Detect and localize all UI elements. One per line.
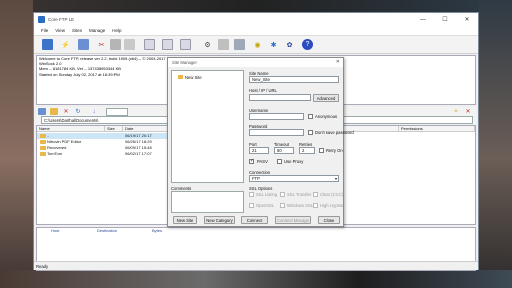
copy-icon[interactable] <box>110 39 121 50</box>
new-category-button[interactable]: New Category <box>204 216 235 224</box>
menu-view[interactable]: View <box>55 28 65 33</box>
pasv-label: PASV <box>257 159 268 164</box>
disconnect-icon[interactable] <box>78 39 89 50</box>
column-header-size[interactable]: Size <box>105 126 123 132</box>
filter-icon[interactable]: ✿ <box>284 39 295 50</box>
log-icon[interactable] <box>234 39 245 50</box>
dialog-title: Site Manager <box>168 58 343 67</box>
site-manager-dialog: Site Manager ✕ New Site Comments Site Na… <box>167 57 354 227</box>
upload-icon[interactable]: ↓ <box>90 108 98 115</box>
use-proxy-label: Use Proxy <box>284 159 304 164</box>
folder-icon <box>40 134 46 138</box>
ssl-options-label: SSL Options <box>249 186 273 191</box>
port-input[interactable]: 21 <box>249 147 269 154</box>
local-filter-input[interactable] <box>106 108 128 116</box>
password-input[interactable] <box>249 129 304 136</box>
folder-icon <box>178 75 183 79</box>
tree-item-new-site[interactable]: New Site <box>178 75 202 80</box>
settings-icon[interactable]: ⚙ <box>202 39 213 50</box>
help-icon[interactable]: ? <box>302 39 313 50</box>
new-site-button[interactable]: New Site <box>173 216 197 224</box>
folder-icon <box>40 146 46 150</box>
ssl-listing-checkbox[interactable] <box>249 192 254 197</box>
clear-ccc-label: Clear (CCC) <box>320 192 344 197</box>
ssl-transfer-checkbox[interactable] <box>280 192 285 197</box>
pasv-checkbox[interactable] <box>249 158 254 164</box>
openssl-radio[interactable] <box>249 203 254 208</box>
openssl-label: OpenSSL <box>256 203 275 208</box>
site-tree: New Site <box>171 70 244 183</box>
app-icon <box>38 16 45 23</box>
site-manager-icon[interactable] <box>42 39 53 50</box>
menu-file[interactable]: File <box>41 28 48 33</box>
ssl-transfer-label: SSL Transfer <box>287 192 312 197</box>
view-list-icon[interactable] <box>162 39 173 50</box>
connect-icon[interactable]: ⚡ <box>60 39 71 50</box>
menu-help[interactable]: Help <box>112 28 121 33</box>
queue-header-destination[interactable]: Destination <box>97 228 117 234</box>
comments-input[interactable] <box>171 191 244 213</box>
local-view-icon[interactable] <box>38 108 46 115</box>
close-button[interactable]: ✕ <box>456 13 478 26</box>
username-input[interactable] <box>249 113 304 120</box>
remote-delete-icon[interactable]: ✕ <box>464 108 472 115</box>
connection-select[interactable]: FTP ▾ <box>249 175 339 182</box>
dont-save-password-label: Don't save password <box>315 130 354 135</box>
windows-ssl-label: Windows SSL <box>287 203 314 208</box>
queue-icon[interactable] <box>218 39 229 50</box>
desktop-background <box>0 0 512 12</box>
refresh-local-icon[interactable]: ↻ <box>74 108 82 115</box>
use-proxy-checkbox[interactable] <box>277 159 282 164</box>
window-title: Core FTP LE <box>48 17 75 22</box>
host-input[interactable] <box>249 94 311 101</box>
timeout-input[interactable]: 60 <box>274 147 294 154</box>
connect-manage-button[interactable]: Connect Manage <box>275 216 311 224</box>
refresh-icon[interactable]: ✱ <box>268 39 279 50</box>
view-icon[interactable] <box>144 39 155 50</box>
cut-icon[interactable]: ✂ <box>96 39 107 50</box>
remote-tool-icon[interactable]: ✧ <box>452 108 460 115</box>
queue-header-bytes[interactable]: Bytes <box>152 228 162 234</box>
status-text: Ready <box>36 264 49 269</box>
desktop-background <box>0 270 512 288</box>
toolbar: ⚡ ✂ ⚙ ◉ ✱ ✿ ? <box>34 36 478 54</box>
dialog-close-button[interactable]: ✕ <box>336 58 340 67</box>
title-bar: Core FTP LE — ☐ ✕ <box>34 13 478 26</box>
retry-on-checkbox[interactable] <box>319 148 324 153</box>
folder-icon <box>40 152 46 156</box>
anonymous-checkbox[interactable] <box>308 114 313 119</box>
advanced-button[interactable]: Advanced <box>313 94 339 102</box>
connect-button[interactable]: Connect <box>241 216 268 224</box>
desktop-background <box>479 0 512 288</box>
chevron-down-icon: ▾ <box>334 176 337 181</box>
queue-header-host[interactable]: Host <box>51 228 59 234</box>
host-label: Host / IP / URL <box>249 88 277 93</box>
new-folder-icon[interactable] <box>50 108 58 115</box>
folder-icon <box>40 140 46 144</box>
high-cryptos-checkbox[interactable] <box>313 203 318 208</box>
paste-icon[interactable] <box>124 39 135 50</box>
menu-bar: File View Sites Manage Help <box>34 26 478 36</box>
eye-icon[interactable]: ◉ <box>252 39 263 50</box>
retry-on-label: Retry On <box>326 148 343 153</box>
menu-sites[interactable]: Sites <box>72 28 82 33</box>
desktop-background <box>0 0 33 288</box>
minimize-button[interactable]: — <box>412 13 434 26</box>
delete-icon[interactable]: ✕ <box>62 108 70 115</box>
menu-manage[interactable]: Manage <box>89 28 105 33</box>
anonymous-label: Anonymous <box>315 114 338 119</box>
site-name-input[interactable]: New_Site <box>249 76 339 83</box>
dialog-close-btn[interactable]: Close <box>318 216 340 224</box>
maximize-button[interactable]: ☐ <box>434 13 456 26</box>
clear-ccc-checkbox[interactable] <box>313 192 318 197</box>
windows-ssl-radio[interactable] <box>280 203 285 208</box>
column-header-name[interactable]: Name <box>37 126 105 132</box>
column-header-permissions[interactable]: Permissions <box>399 126 475 132</box>
status-bar: Ready <box>34 261 478 270</box>
ssl-listing-label: SSL Listing <box>256 192 278 197</box>
dont-save-password-checkbox[interactable] <box>308 130 313 135</box>
high-cryptos-label: High cryptos <box>320 203 344 208</box>
view-details-icon[interactable] <box>180 39 191 50</box>
retries-input[interactable]: 2 <box>299 147 315 154</box>
